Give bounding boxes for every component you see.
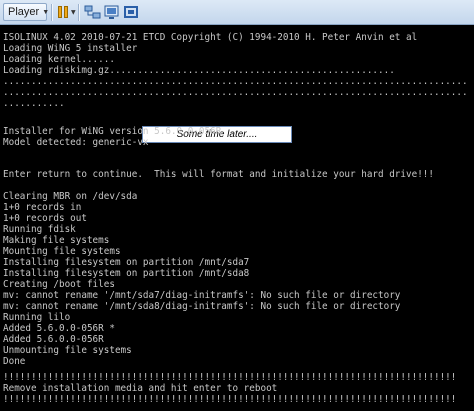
- console-line: Installer for WiNG version 5.6.0.0-056R: [3, 126, 222, 137]
- console-line: Making file systems: [3, 235, 110, 246]
- console-line: Model detected: generic-vx: [3, 137, 149, 148]
- console-line: Installing filesystem on partition /mnt/…: [3, 268, 250, 279]
- toolbar-separator: [51, 4, 53, 21]
- network-icon[interactable]: [84, 4, 101, 21]
- console-line: Loading rdiskimg.gz.....................…: [3, 65, 395, 76]
- console-line: ...........: [3, 98, 65, 109]
- console-line: Remove installation media and hit enter …: [3, 383, 278, 394]
- console-line: Running lilo: [3, 312, 71, 323]
- console-line: !!!!!!!!!!!!!!!!!!!!!!!!!!!!!!!!!!!!!!!!…: [3, 372, 457, 383]
- console-line: Enter return to continue. This will form…: [3, 169, 434, 180]
- player-toolbar: Player ▼ ▼: [0, 0, 474, 25]
- console-line: Running fdisk: [3, 224, 76, 235]
- console-line: Loading WiNG 5 installer: [3, 43, 138, 54]
- console-line: Clearing MBR on /dev/sda: [3, 191, 138, 202]
- console-line: mv: cannot rename '/mnt/sda8/diag-initra…: [3, 301, 401, 312]
- toolbar-separator: [78, 4, 80, 21]
- vm-console-screen[interactable]: ISOLINUX 4.02 2010-07-21 ETCD Copyright …: [0, 25, 474, 411]
- console-line: ........................................…: [3, 87, 468, 98]
- console-line: ISOLINUX 4.02 2010-07-21 ETCD Copyright …: [3, 32, 418, 43]
- console-line: Installing filesystem on partition /mnt/…: [3, 257, 250, 268]
- console-line: 1+0 records out: [3, 213, 87, 224]
- player-menu-button[interactable]: Player ▼: [3, 3, 50, 21]
- pause-icon[interactable]: ▼: [57, 4, 76, 21]
- console-line: !!!!!!!!!!!!!!!!!!!!!!!!!!!!!!!!!!!!!!!!…: [3, 394, 457, 405]
- vm-icon[interactable]: [103, 4, 120, 21]
- console-line: 1+0 records in: [3, 202, 82, 213]
- console-line: mv: cannot rename '/mnt/sda7/diag-initra…: [3, 290, 401, 301]
- console-line: Unmounting file systems: [3, 345, 132, 356]
- console-line: Done: [3, 356, 26, 367]
- console-line: Added 5.6.0.0-056R *: [3, 323, 115, 334]
- console-line: ........................................…: [3, 76, 468, 87]
- fullscreen-icon[interactable]: [123, 4, 140, 21]
- console-line: Added 5.6.0.0-056R: [3, 334, 104, 345]
- console-line: Creating /boot files: [3, 279, 115, 290]
- chevron-down-icon: ▼: [42, 8, 50, 16]
- console-line: Mounting file systems: [3, 246, 121, 257]
- console-line: Loading kernel......: [3, 54, 115, 65]
- player-menu-label: Player: [8, 6, 40, 18]
